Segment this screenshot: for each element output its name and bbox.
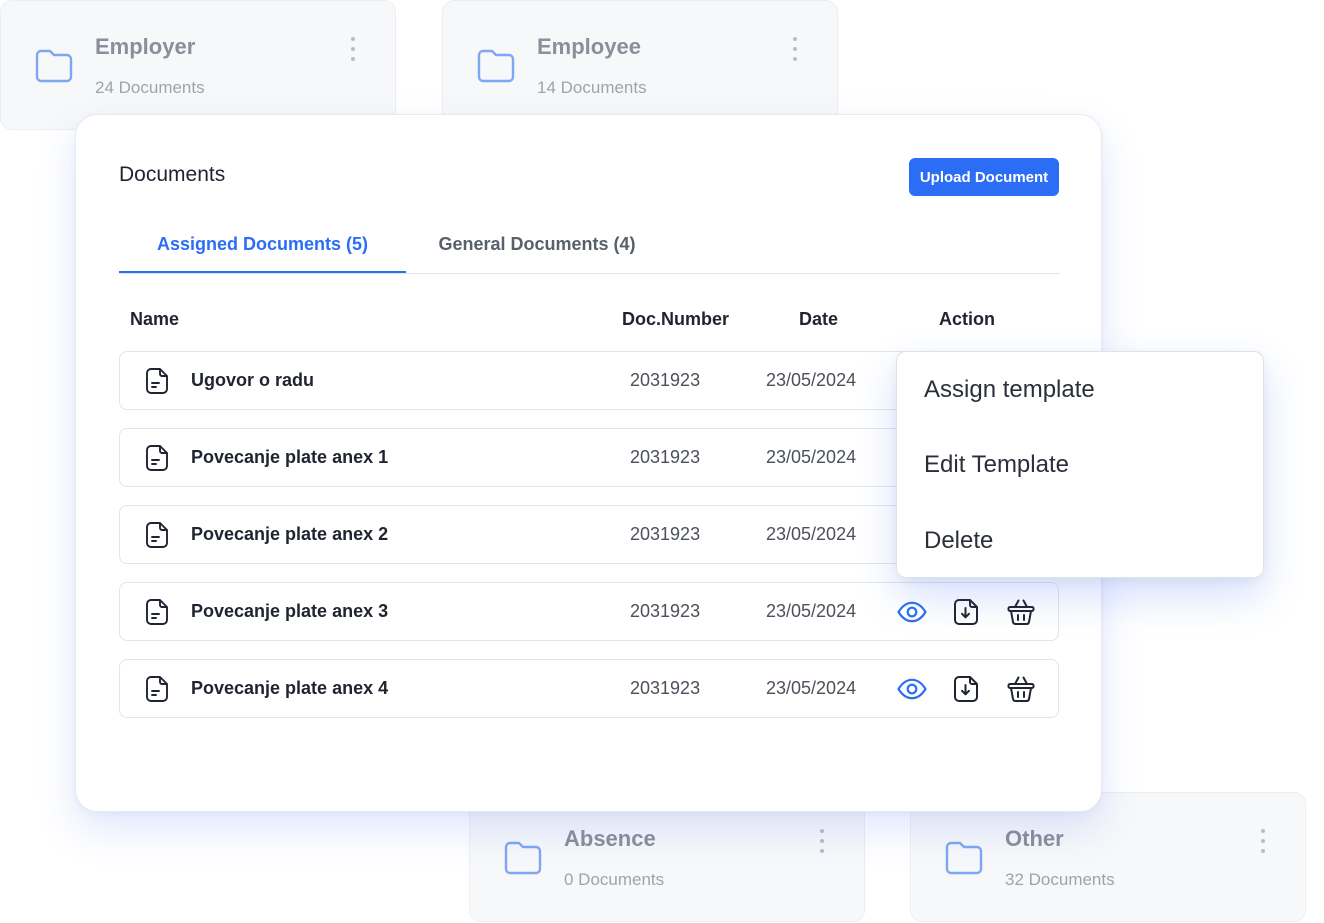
menu-item-edit-template[interactable]: Edit Template (924, 451, 1069, 479)
document-date: 23/05/2024 (766, 678, 857, 698)
menu-item-assign-template[interactable]: Assign template (924, 376, 1095, 404)
download-button[interactable] (950, 596, 982, 628)
folder-icon (477, 49, 515, 83)
folder-icon (504, 841, 542, 875)
folder-count: 32 Documents (1005, 870, 1115, 889)
document-icon (146, 445, 168, 471)
menu-item-delete[interactable]: Delete (924, 527, 993, 555)
table-row[interactable]: Povecanje plate anex 3 2031923 23/05/202… (119, 582, 1059, 641)
column-header-action: Action (939, 309, 995, 329)
document-name: Povecanje plate anex 1 (191, 447, 389, 467)
document-date: 23/05/2024 (766, 370, 857, 390)
folder-count: 24 Documents (95, 78, 205, 97)
more-vertical-icon[interactable] (785, 37, 805, 61)
document-icon (146, 368, 168, 394)
view-button[interactable] (896, 673, 928, 705)
document-name: Ugovor o radu (191, 370, 315, 390)
download-icon (954, 676, 978, 702)
document-tabs: Assigned Documents (5) General Documents… (119, 225, 1060, 274)
document-icon (146, 676, 168, 702)
document-number: 2031923 (630, 678, 701, 698)
document-date: 23/05/2024 (766, 601, 857, 621)
document-number: 2031923 (630, 370, 701, 390)
table-row[interactable]: Povecanje plate anex 4 2031923 23/05/202… (119, 659, 1059, 718)
more-vertical-icon[interactable] (812, 829, 832, 853)
tab-general-documents[interactable]: General Documents (4) (406, 225, 668, 273)
document-number: 2031923 (630, 601, 701, 621)
document-date: 23/05/2024 (766, 447, 857, 467)
view-button[interactable] (896, 596, 928, 628)
document-date: 23/05/2024 (766, 524, 857, 544)
folder-card-employee[interactable]: Employee 14 Documents (442, 0, 838, 130)
column-header-doc-number: Doc.Number (622, 309, 730, 329)
delete-button[interactable] (1005, 596, 1037, 628)
document-name: Povecanje plate anex 4 (191, 678, 389, 698)
more-vertical-icon[interactable] (1253, 829, 1273, 853)
action-dropdown-menu: Assign template Edit Template Delete (896, 351, 1264, 578)
download-button[interactable] (950, 673, 982, 705)
document-number: 2031923 (630, 447, 701, 467)
folder-icon (35, 49, 73, 83)
document-number: 2031923 (630, 524, 701, 544)
folder-title: Employer (95, 34, 196, 59)
panel-title: Documents (119, 163, 226, 186)
document-icon (146, 599, 168, 625)
delete-button[interactable] (1005, 673, 1037, 705)
tab-assigned-documents[interactable]: Assigned Documents (5) (119, 225, 406, 273)
download-icon (954, 599, 978, 625)
column-header-name: Name (130, 309, 180, 329)
document-name: Povecanje plate anex 3 (191, 601, 389, 621)
column-header-date: Date (799, 309, 839, 329)
folder-count: 14 Documents (537, 78, 647, 97)
folder-icon (945, 841, 983, 875)
trash-icon (1007, 599, 1035, 625)
eye-icon (897, 678, 927, 700)
upload-document-button[interactable]: Upload Document (909, 158, 1059, 196)
folder-count: 0 Documents (564, 870, 665, 889)
folder-title: Employee (537, 34, 641, 59)
document-name: Povecanje plate anex 2 (191, 524, 389, 544)
folder-card-employer[interactable]: Employer 24 Documents (0, 0, 396, 130)
eye-icon (897, 601, 927, 623)
document-icon (146, 522, 168, 548)
trash-icon (1007, 676, 1035, 702)
folder-title: Other (1005, 826, 1064, 851)
folder-title: Absence (564, 826, 656, 851)
more-vertical-icon[interactable] (343, 37, 363, 61)
